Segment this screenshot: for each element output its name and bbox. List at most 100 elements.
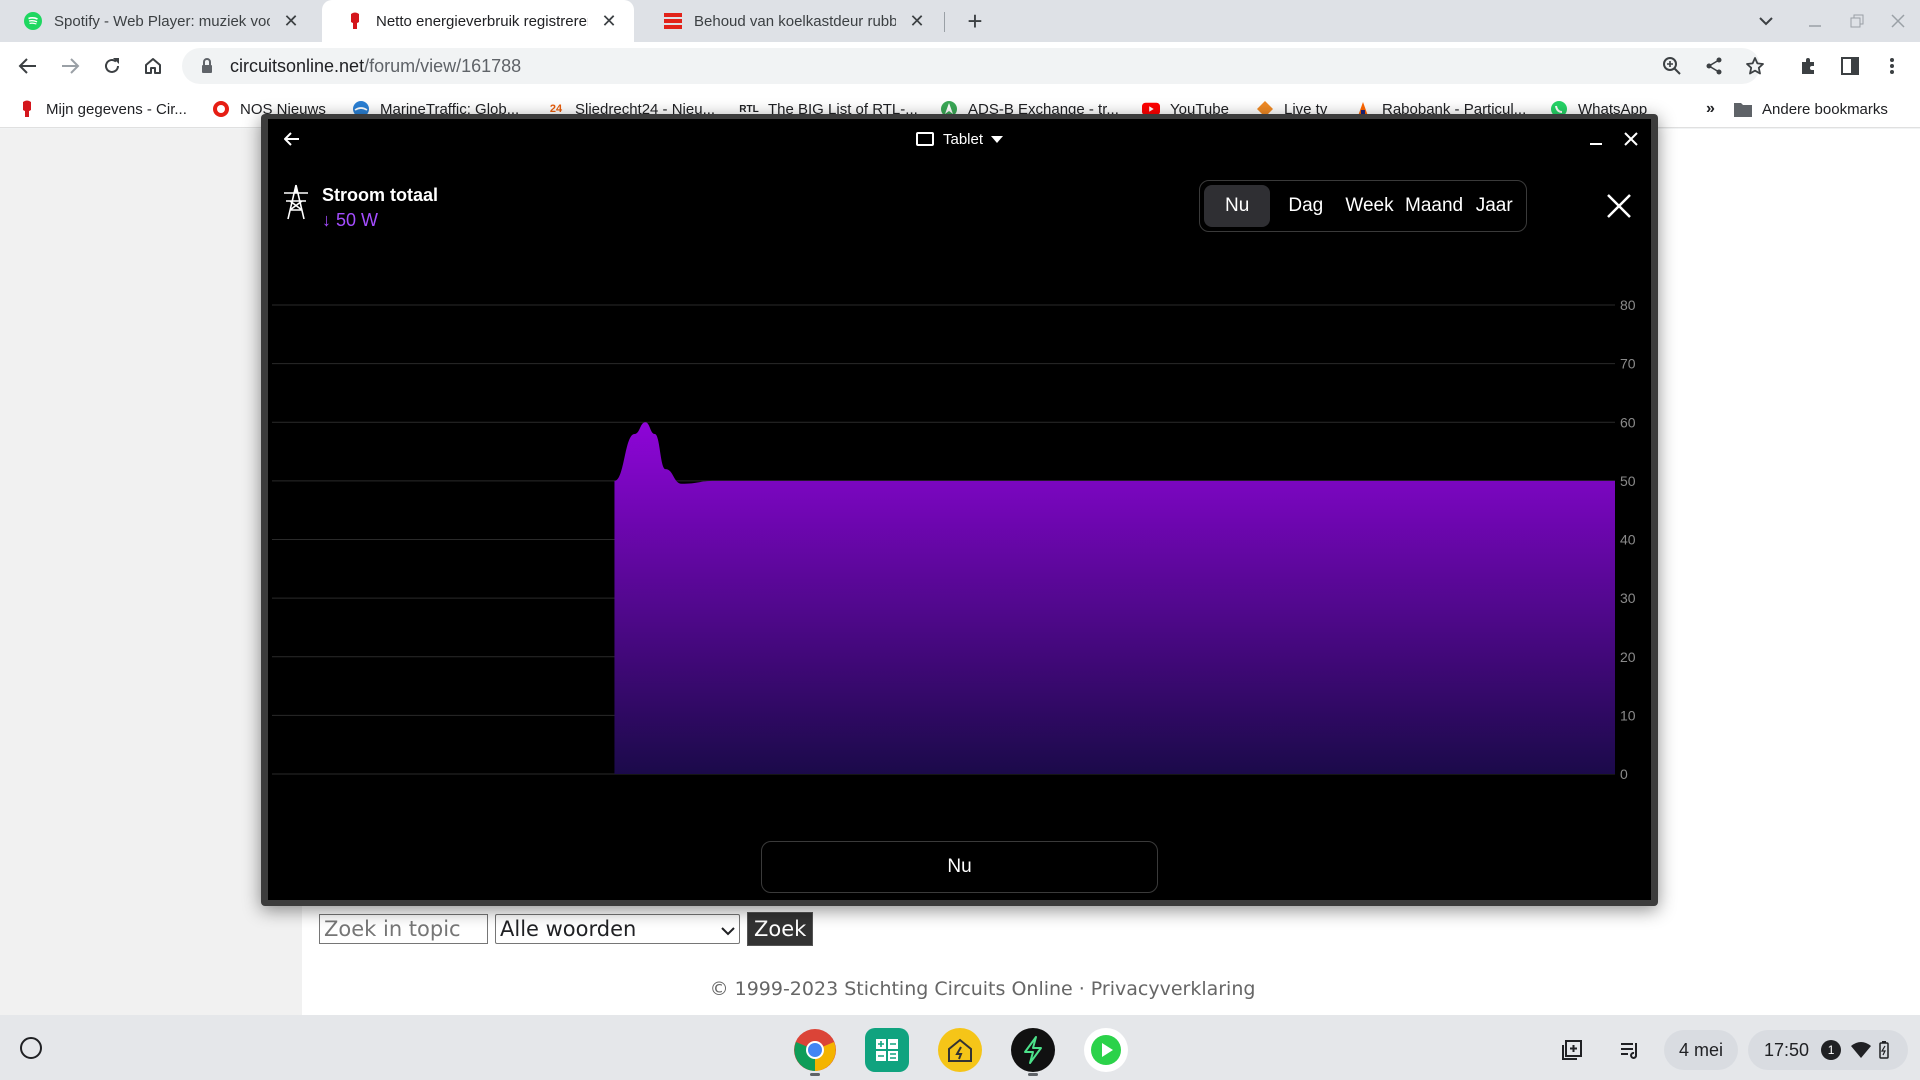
reload-button[interactable] xyxy=(96,50,128,82)
running-indicator xyxy=(810,1073,820,1076)
tab-circuitsonline[interactable]: Netto energieverbruik registreren ✕ xyxy=(322,0,634,42)
tab-title: Netto energieverbruik registreren xyxy=(376,12,588,30)
home-button[interactable] xyxy=(137,50,169,82)
period-now-button[interactable]: Nu xyxy=(1204,185,1271,227)
search-mode-value: Alle woorden xyxy=(500,917,637,941)
search-mode-select[interactable]: Alle woorden xyxy=(495,914,740,944)
topic-search-form: Alle woorden Zoek xyxy=(319,912,814,946)
circuitsonline-icon xyxy=(18,100,36,118)
meter-value: ↓ 50 W xyxy=(322,210,379,230)
bookmark-label: Mijn gegevens - Cir... xyxy=(46,100,187,118)
y-tick-label: 80 xyxy=(1620,297,1636,313)
close-tab-icon[interactable]: ✕ xyxy=(906,10,928,32)
app-close-button[interactable] xyxy=(1617,125,1645,153)
period-week-button[interactable]: Week xyxy=(1337,185,1402,227)
forward-button[interactable] xyxy=(54,50,86,82)
chrome-icon[interactable] xyxy=(793,1028,837,1072)
window-mode-dropdown[interactable]: Tablet xyxy=(916,128,1004,150)
page-left-gutter xyxy=(0,129,302,1015)
period-selector: Nu Dag Week Maand Jaar xyxy=(1199,180,1527,232)
tab-divider xyxy=(944,12,945,32)
new-tab-button[interactable]: + xyxy=(960,6,990,36)
folder-icon xyxy=(1734,100,1752,118)
energy-app-icon[interactable] xyxy=(1011,1028,1055,1072)
bookmarks-overflow-button[interactable]: » xyxy=(1706,98,1715,120)
calculator-icon[interactable] xyxy=(865,1028,909,1072)
circuitsonline-icon xyxy=(346,12,364,30)
privacy-link[interactable]: Privacyverklaring xyxy=(1091,978,1256,1000)
y-tick-label: 70 xyxy=(1620,356,1636,372)
holding-space-button[interactable] xyxy=(1550,1030,1594,1070)
y-tick-label: 60 xyxy=(1620,414,1636,430)
y-tick-label: 50 xyxy=(1620,473,1636,489)
tab-strip: Spotify - Web Player: muziek voor iedere… xyxy=(0,0,1920,42)
y-tick-label: 30 xyxy=(1620,590,1636,606)
power-area-series xyxy=(614,422,1615,774)
wifi-icon xyxy=(1851,1042,1872,1058)
topic-search-input[interactable] xyxy=(319,914,488,944)
power-chart: 0 10 20 30 40 50 60 70 80 xyxy=(272,297,1636,779)
other-bookmarks-label: Andere bookmarks xyxy=(1762,100,1888,118)
os-shelf: 4 mei 17:50 1 xyxy=(0,1015,1920,1080)
bookmark-star-icon[interactable] xyxy=(1739,50,1771,82)
bookmark-item[interactable]: Mijn gegevens - Cir... xyxy=(18,98,187,120)
tablet-icon xyxy=(916,132,934,146)
search-button[interactable]: Zoek xyxy=(747,912,814,946)
date-tray[interactable]: 4 mei xyxy=(1664,1030,1738,1070)
app-caption-bar: Tablet xyxy=(268,119,1651,159)
tab-search-icon[interactable] xyxy=(1753,8,1779,34)
extensions-icon[interactable] xyxy=(1792,50,1824,82)
browser-toolbar: circuitsonline.net/forum/view/161788 xyxy=(0,42,1920,90)
now-button[interactable]: Nu xyxy=(761,841,1158,893)
news-icon xyxy=(664,12,682,30)
other-bookmarks[interactable]: Andere bookmarks xyxy=(1734,98,1888,120)
y-tick-label: 20 xyxy=(1620,649,1636,665)
meter-summary: Stroom totaal ↓ 50 W xyxy=(280,183,438,231)
restore-icon[interactable] xyxy=(1844,8,1870,34)
status-tray[interactable]: 17:50 1 xyxy=(1748,1030,1908,1070)
close-tab-icon[interactable]: ✕ xyxy=(280,10,302,32)
minimize-icon[interactable] xyxy=(1802,8,1828,34)
close-graph-icon[interactable] xyxy=(1604,191,1634,221)
y-tick-label: 0 xyxy=(1620,766,1628,779)
tab-koelkast[interactable]: Behoud van koelkastdeur rubbers ✕ xyxy=(640,0,942,42)
close-tab-icon[interactable]: ✕ xyxy=(598,10,620,32)
copyright-text: © 1999-2023 Stichting Circuits Online xyxy=(709,978,1073,1000)
share-icon[interactable] xyxy=(1698,50,1730,82)
battery-icon xyxy=(1879,1041,1889,1059)
meter-title: Stroom totaal xyxy=(322,185,439,205)
media-controls-button[interactable] xyxy=(1608,1030,1652,1070)
y-tick-label: 40 xyxy=(1620,532,1636,548)
close-window-icon[interactable] xyxy=(1885,8,1911,34)
dropdown-arrow-icon xyxy=(991,135,1004,143)
menu-icon[interactable] xyxy=(1876,50,1908,82)
launcher-icon[interactable] xyxy=(20,1037,42,1059)
side-panel-icon[interactable] xyxy=(1834,50,1866,82)
tab-title: Spotify - Web Player: muziek voor iedere… xyxy=(54,12,270,30)
url-text: circuitsonline.net/forum/view/161788 xyxy=(230,55,522,76)
period-day-button[interactable]: Dag xyxy=(1274,185,1337,227)
media-player-icon[interactable] xyxy=(1084,1028,1128,1072)
zoom-icon[interactable] xyxy=(1656,50,1688,82)
chevron-down-icon xyxy=(721,917,735,941)
y-tick-label: 10 xyxy=(1620,707,1636,723)
spotify-icon xyxy=(24,12,42,30)
tab-spotify[interactable]: Spotify - Web Player: muziek voor iedere… xyxy=(0,0,316,42)
address-bar[interactable]: circuitsonline.net/forum/view/161788 xyxy=(182,48,1760,84)
back-button[interactable] xyxy=(12,50,44,82)
page-footer: © 1999-2023 Stichting Circuits Online · Pr… xyxy=(0,978,1920,1000)
app-minimize-button[interactable] xyxy=(1582,125,1610,153)
home-energy-icon[interactable] xyxy=(938,1028,982,1072)
period-year-button[interactable]: Jaar xyxy=(1466,185,1522,227)
period-month-button[interactable]: Maand xyxy=(1402,185,1467,227)
window-mode-label: Tablet xyxy=(943,130,984,148)
lock-icon[interactable] xyxy=(198,58,216,74)
energy-app: Tablet Stroom totaal ↓ 50 W Nu Dag Week xyxy=(268,119,1651,900)
running-indicator xyxy=(1028,1073,1038,1076)
nos-icon xyxy=(212,100,230,118)
power-pylon-icon xyxy=(280,183,312,221)
app-back-button[interactable] xyxy=(278,125,306,153)
app-window: Tablet Stroom totaal ↓ 50 W Nu Dag Week xyxy=(261,114,1658,906)
clock-time: 17:50 xyxy=(1764,1039,1810,1060)
footer-separator: · xyxy=(1078,978,1085,1000)
